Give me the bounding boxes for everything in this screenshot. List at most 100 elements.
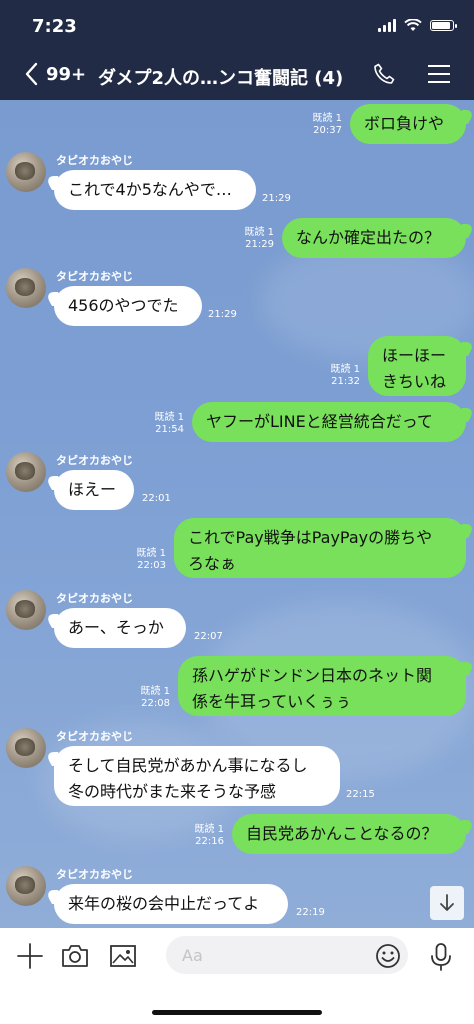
emoji-button[interactable]	[374, 942, 402, 974]
message-bubble[interactable]: 孫ハゲがドンドン日本のネット関 係を牛耳っていくぅぅ	[178, 656, 466, 716]
message-bubble[interactable]: そして自民党があかん事になるし 冬の時代がまた来そうな予感	[54, 746, 340, 806]
sender-name: タピオカおやじ	[56, 868, 133, 881]
message-meta: 既読 1 22:08	[116, 686, 170, 710]
avatar[interactable]	[6, 268, 46, 308]
chat-header: 99+ ダメプ2人の…ンコ奮闘記 (4)	[0, 56, 474, 96]
message-meta: 既読 1 22:03	[112, 548, 166, 572]
message-text: 456のやつでた	[68, 296, 179, 315]
back-button[interactable]: 99+	[24, 62, 86, 86]
message-time: 22:07	[194, 631, 223, 642]
message-text: これで4か5なんやで…	[68, 180, 232, 199]
message-bubble[interactable]: これで4か5なんやで…	[54, 170, 256, 210]
read-receipt: 既読 1	[312, 113, 342, 124]
sender-name: タピオカおやじ	[56, 592, 133, 605]
message-time: 21:54	[155, 424, 184, 435]
message-bubble[interactable]: あー、そっか	[54, 608, 186, 648]
plus-icon	[17, 943, 43, 969]
sender-name: タピオカおやじ	[56, 730, 133, 743]
message-time: 22:03	[137, 560, 166, 571]
message-bubble[interactable]: ヤフーがLINEと経営統合だって	[192, 402, 466, 442]
avatar[interactable]	[6, 728, 46, 768]
message-time: 21:32	[331, 376, 360, 387]
unread-count: 99+	[46, 63, 87, 85]
message-time: 20:37	[313, 125, 342, 136]
arrow-down-icon	[440, 894, 454, 911]
add-button[interactable]	[16, 942, 44, 974]
message-text: なんか確定出たの？	[296, 228, 441, 247]
message-meta: 既読 1 22:16	[172, 824, 224, 848]
message-bubble[interactable]: これでPay戦争はPayPayの勝ちや ろなぁ	[174, 518, 466, 578]
message-meta: 既読 1 21:32	[308, 364, 360, 388]
status-icons	[378, 18, 457, 32]
read-receipt: 既読 1	[330, 364, 360, 375]
message-meta: 既読 1 21:29	[220, 227, 274, 251]
chat-area[interactable]: 既読 1 20:37 ボロ負けや タピオカおやじ これで4か5なんやで… 21:…	[0, 100, 474, 928]
chevron-left-icon	[25, 62, 38, 86]
message-text: そして自民党があかん事になるし	[68, 756, 308, 775]
input-bar	[0, 928, 474, 1024]
chat-title: ダメプ2人の…ンコ奮闘記 (4)	[98, 68, 344, 89]
message-time: 22:08	[141, 698, 170, 709]
message-time: 21:29	[262, 193, 291, 204]
sender-name: タピオカおやじ	[56, 270, 133, 283]
message-text: 来年の桜の会中止だってよ	[68, 894, 260, 913]
message-input[interactable]	[166, 936, 408, 974]
sender-name: タピオカおやじ	[56, 154, 133, 167]
menu-button[interactable]	[428, 64, 450, 88]
signal-icon	[378, 18, 396, 32]
message-time: 22:19	[296, 907, 325, 918]
message-text: これでPay戦争はPayPayの勝ちや	[188, 528, 433, 547]
message-time: 21:29	[245, 239, 274, 250]
status-time: 7:23	[32, 16, 77, 37]
image-button[interactable]	[108, 942, 138, 974]
microphone-button[interactable]	[428, 942, 454, 976]
image-icon	[110, 945, 136, 967]
hamburger-menu-icon	[428, 65, 450, 83]
avatar[interactable]	[6, 152, 46, 192]
microphone-icon	[431, 943, 451, 971]
message-bubble[interactable]: ボロ負けや	[350, 104, 466, 144]
message-time: 22:01	[142, 493, 171, 504]
read-receipt: 既読 1	[194, 824, 224, 835]
message-text: ほえー	[68, 480, 117, 499]
call-button[interactable]	[372, 62, 396, 90]
camera-button[interactable]	[60, 942, 90, 974]
emoji-icon	[376, 944, 400, 968]
message-bubble[interactable]: 来年の桜の会中止だってよ	[54, 884, 288, 924]
message-bubble[interactable]: ほえー	[54, 470, 134, 510]
message-time: 22:16	[195, 836, 224, 847]
message-text: ほーほー	[382, 346, 447, 365]
top-bar: 7:23 99+ ダメプ2人の…ンコ奮闘記 (4)	[0, 0, 474, 100]
message-bubble[interactable]: 456のやつでた	[54, 286, 202, 326]
message-text: ボロ負けや	[364, 114, 445, 133]
message-text: 冬の時代がまた来そうな予感	[68, 782, 277, 801]
home-indicator	[152, 1010, 322, 1015]
wifi-icon	[404, 18, 422, 31]
avatar[interactable]	[6, 452, 46, 492]
message-meta: 既読 1 20:37	[290, 113, 342, 137]
scroll-to-bottom-button[interactable]	[430, 886, 464, 920]
read-receipt: 既読 1	[136, 548, 166, 559]
message-text: 係を牛耳っていくぅぅ	[192, 692, 352, 711]
read-receipt: 既読 1	[140, 686, 170, 697]
message-text: ろなぁ	[188, 554, 237, 573]
phone-icon	[374, 63, 395, 84]
avatar[interactable]	[6, 590, 46, 630]
read-receipt: 既読 1	[244, 227, 274, 238]
battery-icon	[430, 19, 457, 31]
message-bubble[interactable]: 自民党あかんことなるの？	[232, 814, 466, 854]
message-text: あー、そっか	[68, 618, 164, 637]
message-text: きちいね	[382, 372, 447, 391]
message-bubble[interactable]: なんか確定出たの？	[282, 218, 466, 258]
camera-icon	[62, 945, 88, 967]
message-text: 自民党あかんことなるの？	[246, 824, 438, 843]
read-receipt: 既読 1	[154, 412, 184, 423]
message-meta: 既読 1 21:54	[130, 412, 184, 436]
message-text: ヤフーがLINEと経営統合だって	[206, 412, 433, 431]
avatar[interactable]	[6, 866, 46, 906]
message-time: 22:15	[346, 789, 375, 800]
message-bubble[interactable]: ほーほー きちいね	[368, 336, 466, 396]
sender-name: タピオカおやじ	[56, 454, 133, 467]
message-text: 孫ハゲがドンドン日本のネット関	[192, 666, 433, 685]
message-time: 21:29	[208, 309, 237, 320]
